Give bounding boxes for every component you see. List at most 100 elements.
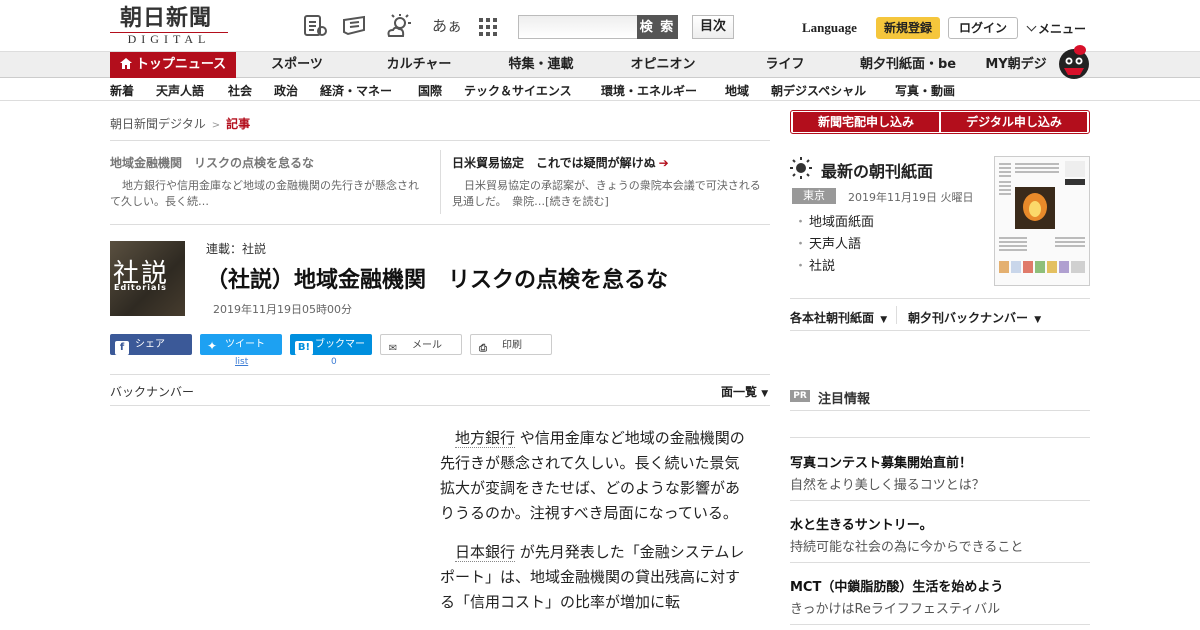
paper-link-editorial[interactable]: 社説 (809, 259, 835, 274)
main-nav: トップニュース スポーツ カルチャー 特集・連載 オピニオン ライフ 朝夕刊紙面… (0, 52, 1200, 78)
logo-sub-text: DIGITAL (110, 32, 228, 46)
subnav-special[interactable]: 朝デジスペシャル (771, 82, 866, 99)
pr-item-subtitle: 持続可能な社会の為に今からできること (790, 540, 1024, 555)
newspaper-icon[interactable] (342, 14, 368, 38)
facebook-share-button[interactable]: f シェア (110, 334, 192, 355)
nav-sports[interactable]: スポーツ (254, 52, 340, 78)
subnav-region[interactable]: 地域 (725, 82, 749, 99)
dropdown-label: 朝夕刊バックナンバー (908, 311, 1029, 325)
font-size-icon[interactable]: あぁ (432, 15, 462, 36)
breadcrumb-home[interactable]: 朝日新聞デジタル (110, 117, 206, 131)
chevron-down-icon (1026, 21, 1037, 32)
paper-links: 地域面紙面 天声人語 社説 (794, 212, 874, 278)
signup-button[interactable]: 新規登録 (876, 17, 940, 39)
weather-icon[interactable] (386, 14, 412, 38)
article-body: 地方銀行 や信用金庫など地域の金融機関の先行きが懸念されて久しい。長く続いた景気… (440, 426, 746, 629)
newspaper-thumbnail-image (995, 157, 1089, 285)
related-article-2[interactable]: 日米貿易協定 これでは疑問が解けぬ ➔ 日米貿易協定の承認案が、きょうの衆院本会議… (452, 154, 766, 210)
news-list-icon[interactable] (302, 14, 328, 38)
print-icon: ⎙ (479, 343, 487, 354)
search-button[interactable]: 検 索 (637, 15, 678, 39)
twitter-count-link[interactable]: list (235, 357, 248, 367)
nav-my-asadigi[interactable]: MY朝デジ (980, 52, 1052, 78)
related-title-text: 日米貿易協定 これでは疑問が解けぬ (452, 156, 656, 170)
subnav-tech-science[interactable]: テック＆サイエンス (464, 82, 572, 99)
latest-paper-title: 最新の朝刊紙面 (821, 162, 934, 181)
newspaper-delivery-button[interactable]: 新聞宅配申し込み (793, 112, 939, 132)
paper-link-tenseijingo[interactable]: 天声人語 (809, 237, 861, 252)
pr-item-title: 写真コンテスト募集開始直前！ (790, 456, 973, 471)
mail-button[interactable]: ✉ メール (380, 334, 462, 355)
pr-item-subtitle: きっかけはReライフフェスティバル (790, 602, 1001, 617)
arrow-right-icon: ➔ (658, 156, 669, 170)
nav-culture[interactable]: カルチャー (372, 52, 466, 78)
divider (790, 330, 1090, 331)
site-header: 朝日新聞 DIGITAL あぁ 検 索 目次 Language 新規登録 ログイ… (0, 0, 1200, 52)
nav-label: トップニュース (135, 57, 227, 72)
subnav-photo-video[interactable]: 写真・動画 (895, 82, 955, 99)
pr-section-title: 注目情報 (818, 392, 871, 407)
article-date: 2019年11月19日05時00分 (213, 303, 352, 316)
caret-down-icon: ▼ (761, 389, 769, 399)
related-title: 地域金融機関 リスクの点検を怠るな (110, 156, 315, 170)
subnav-environment[interactable]: 環境・エネルギー (601, 82, 697, 99)
language-link[interactable]: Language (802, 20, 857, 36)
mail-icon: ✉ (388, 343, 398, 354)
apps-grid-icon[interactable] (478, 17, 498, 37)
share-label: シェア (135, 339, 165, 350)
hatena-bookmark-button[interactable]: B! ブックマーク (290, 334, 372, 371)
breadcrumb-separator-icon: > (211, 120, 221, 131)
series-thumb-sub: Editorials (114, 283, 167, 292)
paper-link-region[interactable]: 地域面紙面 (809, 215, 874, 230)
nav-newspaper[interactable]: 朝夕刊紙面・be (856, 52, 960, 78)
breadcrumb-current: 記事 (226, 117, 251, 131)
paper-thumbnail[interactable] (994, 156, 1090, 286)
search-input[interactable] (518, 15, 638, 39)
divider (790, 562, 1090, 563)
caret-down-icon: ▼ (880, 315, 888, 325)
divider (790, 624, 1090, 625)
subnav-tenseijingo[interactable]: 天声人語 (156, 82, 204, 99)
page-list-dropdown[interactable]: 面一覧 ▼ (721, 383, 768, 400)
twitter-icon: ✦ (206, 339, 218, 353)
subnav-politics[interactable]: 政治 (274, 82, 298, 99)
divider (110, 140, 770, 141)
nav-top-news[interactable]: トップニュース (110, 52, 236, 78)
divider (110, 224, 770, 225)
breadcrumb: 朝日新聞デジタル > 記事 (110, 115, 250, 132)
subnav-economy[interactable]: 経済・マネー (320, 82, 392, 99)
dropdown-label: 各本社朝刊紙面 (790, 311, 875, 325)
backnumber-dropdown[interactable]: 朝夕刊バックナンバー ▼ (908, 309, 1041, 326)
toc-button[interactable]: 目次 (692, 15, 734, 39)
subnav-society[interactable]: 社会 (228, 82, 252, 99)
divider (440, 150, 441, 214)
keyword-link[interactable]: 日本銀行 (455, 543, 516, 562)
backnumber-link[interactable]: バックナンバー (110, 383, 194, 400)
regional-paper-dropdown[interactable]: 各本社朝刊紙面 ▼ (790, 309, 887, 326)
nav-life[interactable]: ライフ (740, 52, 830, 78)
related-article-1[interactable]: 地域金融機関 リスクの点検を怠るな 地方銀行や信用金庫など地域の金融機関の先行き… (110, 154, 426, 210)
pr-item-title: 水と生きるサントリー。 (790, 518, 933, 533)
divider (110, 374, 770, 375)
caret-down-icon: ▼ (1034, 315, 1042, 325)
subnav-international[interactable]: 国際 (418, 82, 442, 99)
sub-nav: 新着 天声人語 社会 政治 経済・マネー 国際 テック＆サイエンス 環境・エネル… (0, 79, 1200, 101)
twitter-share-button[interactable]: ✦ ツイート (200, 334, 282, 355)
pr-badge: PR (790, 390, 810, 402)
nav-opinion[interactable]: オピニオン (616, 52, 710, 78)
login-button[interactable]: ログイン (948, 17, 1018, 39)
series-label[interactable]: 連載：社説 (206, 240, 266, 257)
series-thumbnail[interactable]: 社説 Editorials (110, 241, 185, 316)
related-text: 日米貿易協定の承認案が、きょうの衆院本会議で可決される見通しだ。 衆院…[続きを… (452, 179, 761, 208)
menu-button[interactable]: メニュー (1026, 20, 1086, 37)
keyword-link[interactable]: 地方銀行 (455, 429, 516, 448)
print-button[interactable]: ⎙ 印刷 (470, 334, 552, 355)
region-badge: 東京 (792, 188, 836, 204)
divider (790, 298, 1090, 299)
site-logo[interactable]: 朝日新聞 DIGITAL (110, 6, 228, 46)
related-title: 日米貿易協定 これでは疑問が解けぬ ➔ (452, 154, 766, 172)
subnav-latest[interactable]: 新着 (110, 82, 134, 99)
article-title: （社説）地域金融機関 リスクの点検を怠るな (206, 268, 669, 293)
digital-subscribe-button[interactable]: デジタル申し込み (941, 112, 1087, 132)
nav-features[interactable]: 特集・連載 (494, 52, 588, 78)
